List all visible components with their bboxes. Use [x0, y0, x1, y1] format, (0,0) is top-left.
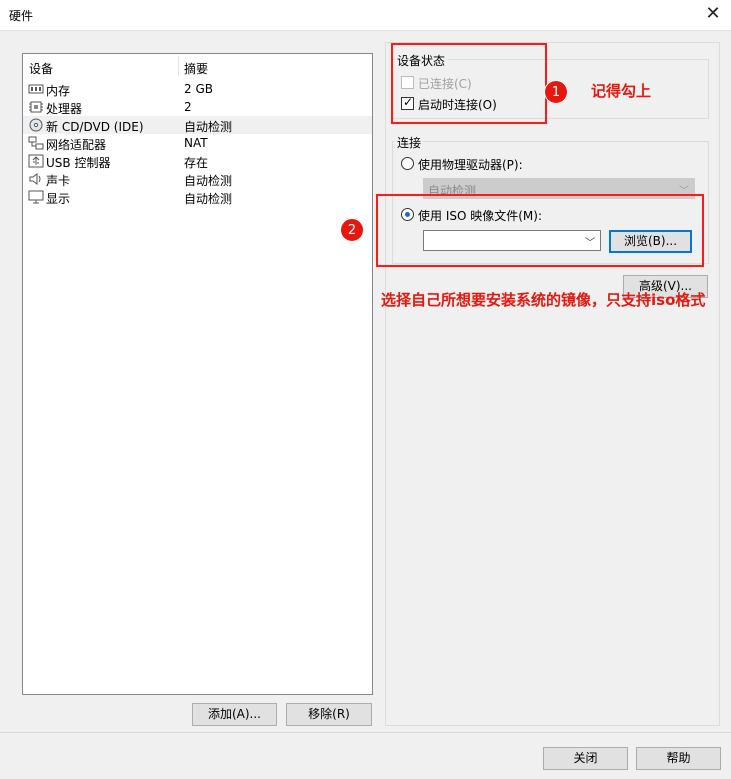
device-name: USB 控制器: [46, 156, 111, 170]
sound-card-icon: [29, 173, 41, 185]
device-name: 内存: [46, 84, 71, 98]
title-bar: 硬件 ✕: [0, 0, 731, 31]
device-summary: NAT: [184, 136, 208, 150]
close-icon[interactable]: ✕: [703, 3, 723, 25]
device-summary: 存在: [184, 156, 209, 170]
device-row-usb-controller[interactable]: USB 控制器 存在: [23, 152, 372, 170]
window-title: 硬件: [9, 9, 34, 23]
annotation-note-2: 选择自己所想要安装系统的镜像，只支持iso格式: [381, 291, 706, 309]
device-list-header: 设备 摘要: [23, 54, 372, 78]
usb-controller-icon: [28, 154, 44, 168]
annotation-badge-2: 2: [340, 218, 364, 242]
network-adapter-icon: [28, 136, 44, 150]
device-summary: 2: [184, 100, 192, 114]
remove-button[interactable]: 移除(R): [286, 703, 372, 726]
device-summary: 自动检测: [184, 192, 233, 206]
memory-icon: [28, 84, 44, 94]
annotation-box-2: [376, 194, 704, 267]
device-summary: 2 GB: [184, 82, 213, 96]
device-name: 新 CD/DVD (IDE): [46, 120, 144, 134]
annotation-box-1: [391, 43, 547, 124]
device-name: 声卡: [46, 174, 71, 188]
cd-dvd-icon: [29, 118, 43, 132]
device-row-cd-dvd[interactable]: 新 CD/DVD (IDE) 自动检测: [23, 116, 372, 134]
device-summary: 自动检测: [184, 120, 233, 134]
connection-title: 连接: [395, 134, 424, 151]
physical-drive-label: 使用物理驱动器(P):: [418, 158, 523, 172]
device-row-network-adapter[interactable]: 网络适配器 NAT: [23, 134, 372, 152]
column-header-summary[interactable]: 摘要: [184, 60, 208, 77]
close-button[interactable]: 关闭: [543, 747, 628, 770]
device-row-display[interactable]: 显示 自动检测: [23, 188, 372, 206]
device-row-memory[interactable]: 内存 2 GB: [23, 80, 372, 98]
footer-divider: [0, 732, 731, 733]
processor-icon: [29, 101, 43, 113]
device-row-sound-card[interactable]: 声卡 自动检测: [23, 170, 372, 188]
device-name: 网络适配器: [46, 138, 107, 152]
device-name: 处理器: [46, 102, 83, 116]
help-button[interactable]: 帮助: [636, 747, 721, 770]
device-list[interactable]: 设备 摘要 内存 2 GB 处理器 2 新 CD/DVD (IDE) 自动检测: [22, 53, 373, 695]
physical-drive-radio[interactable]: [401, 157, 414, 170]
device-name: 显示: [46, 192, 71, 206]
annotation-badge-1: 1: [544, 80, 568, 104]
column-divider[interactable]: [178, 56, 179, 76]
add-button[interactable]: 添加(A)...: [192, 703, 277, 726]
column-header-device[interactable]: 设备: [29, 60, 53, 77]
display-icon: [28, 190, 44, 204]
device-summary: 自动检测: [184, 174, 233, 188]
annotation-note-1: 记得勾上: [591, 82, 652, 100]
device-row-processor[interactable]: 处理器 2: [23, 98, 372, 116]
